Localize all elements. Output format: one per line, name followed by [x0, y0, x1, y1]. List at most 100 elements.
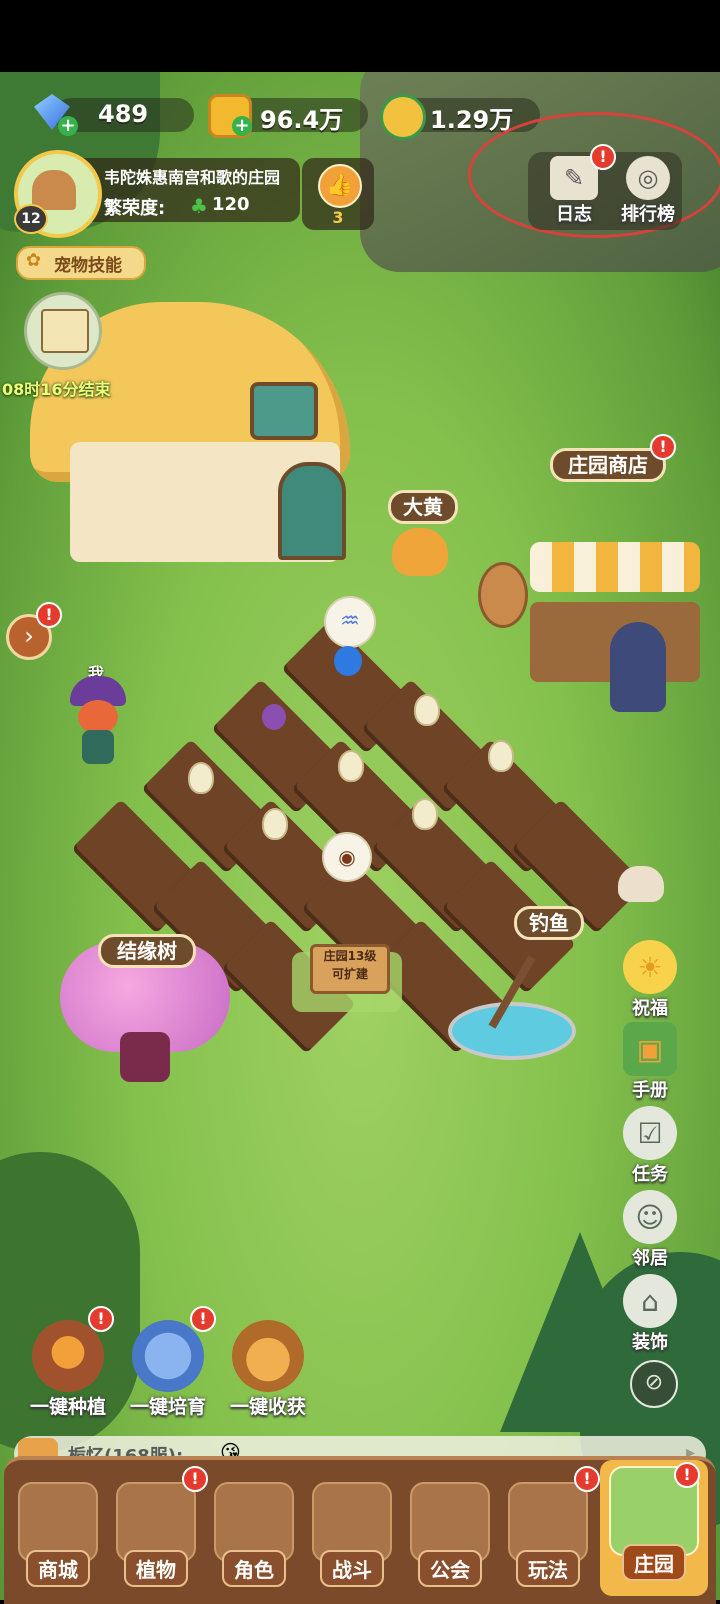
nav-guild[interactable]: 公会	[404, 1476, 496, 1596]
ranking-icon: ◎	[626, 156, 670, 200]
decor-icon: ⌂	[623, 1274, 677, 1328]
fertilize-bubble[interactable]: ◉	[322, 832, 372, 882]
nav-manor-badge: !	[674, 1462, 700, 1488]
side-button-label: 祝福	[632, 998, 668, 1019]
side-button-tasks[interactable]: ☑ 任务	[620, 1106, 680, 1186]
side-button-label: 手册	[632, 1080, 668, 1101]
resource-gold[interactable]: + 96.4万	[208, 94, 368, 138]
level-badge: 12	[14, 204, 48, 234]
shop-alert-badge: !	[650, 434, 676, 460]
paw-icon: ✿	[26, 250, 42, 271]
prosperity-value: 120	[212, 194, 250, 215]
crop-seed[interactable]	[414, 694, 440, 726]
quick-action-label: 一键收获	[229, 1396, 306, 1418]
checklist-icon: ☑	[623, 1106, 677, 1160]
nav-label: 角色	[222, 1550, 286, 1587]
quick-harvest-button[interactable]: 一键收获	[218, 1320, 318, 1419]
nav-battle[interactable]: 战斗	[306, 1476, 398, 1596]
expand-sign[interactable]: 庄园13级 可扩建	[310, 944, 390, 994]
thumbs-up-icon: 👍	[318, 164, 362, 208]
nav-shop[interactable]: 商城	[12, 1476, 104, 1596]
shop-sign	[478, 562, 528, 628]
expand-sign-line1: 庄园13级	[323, 949, 377, 963]
nav-label: 战斗	[320, 1550, 384, 1587]
resource-gems[interactable]: + 489	[34, 94, 194, 136]
side-button-label: 邻居	[632, 1248, 668, 1269]
quick-nurture-badge: !	[190, 1306, 216, 1332]
dog-pet[interactable]	[392, 528, 448, 576]
ranking-button[interactable]: ◎ 排行榜	[618, 156, 678, 226]
side-button-blessing[interactable]: ☀ 祝福	[620, 940, 680, 1020]
nav-character[interactable]: 角色	[208, 1476, 300, 1596]
neighbor-icon: ☺	[623, 1190, 677, 1244]
carrot-value: 1.29万	[430, 106, 514, 134]
quick-action-label: 一键种植	[29, 1396, 106, 1418]
side-button-label: 任务	[632, 1164, 668, 1185]
log-label: 日志	[556, 204, 592, 225]
crop-seed[interactable]	[338, 750, 364, 782]
tree-trunk	[120, 1032, 170, 1082]
nav-label: 公会	[418, 1550, 482, 1587]
house-window	[250, 382, 318, 440]
nav-plants-badge: !	[182, 1466, 208, 1492]
like-count: 3	[332, 208, 344, 227]
plant-icon	[32, 1320, 104, 1392]
dog-name-label: 大黄	[388, 490, 458, 524]
ranking-label: 排行榜	[621, 204, 675, 225]
event-button[interactable]	[24, 292, 102, 370]
watering-can-icon	[132, 1320, 204, 1392]
nav-label: 植物	[124, 1550, 188, 1587]
hide-ui-button[interactable]: ⊘	[630, 1360, 678, 1408]
water-drop-icon	[334, 646, 362, 676]
tree-label[interactable]: 结缘树	[98, 934, 196, 968]
gold-add-icon[interactable]: +	[232, 116, 252, 136]
nav-label: 庄园	[622, 1544, 686, 1581]
quick-action-label: 一键培育	[129, 1396, 206, 1418]
gems-add-icon[interactable]: +	[58, 116, 78, 136]
crop-seed[interactable]	[262, 808, 288, 840]
pond-water	[448, 1002, 576, 1060]
cat-pet[interactable]	[618, 866, 664, 902]
carrot-coin-icon	[380, 94, 426, 140]
shop-label[interactable]: 庄园商店	[550, 448, 666, 482]
sun-icon: ☀	[623, 940, 677, 994]
expand-sign-line2: 可扩建	[331, 967, 368, 981]
crop-eggplant[interactable]	[262, 704, 286, 730]
nav-gameplay-badge: !	[574, 1466, 600, 1492]
nav-plants[interactable]: 植物	[110, 1476, 202, 1596]
log-alert-badge: !	[590, 144, 616, 170]
quick-plant-button[interactable]: 一键种植	[18, 1320, 118, 1419]
book-icon: ▣	[623, 1022, 677, 1076]
fishing-pond[interactable]	[448, 952, 578, 1062]
like-button[interactable]: 👍 3	[302, 158, 374, 230]
nav-gameplay[interactable]: 玩法	[502, 1476, 594, 1596]
nav-label: 商城	[26, 1550, 90, 1587]
crop-seed[interactable]	[188, 762, 214, 794]
manor-name: 韦陀姝惠南宫和歌的庄园	[104, 168, 281, 187]
crop-seed[interactable]	[412, 798, 438, 830]
pet-skill-label: 宠物技能	[54, 256, 122, 276]
profile-card[interactable]: 12 韦陀姝惠南宫和歌的庄园 繁荣度: ♣ 120	[14, 150, 300, 238]
clover-icon: ♣	[190, 194, 208, 218]
status-bar	[0, 0, 720, 72]
basket-icon	[232, 1320, 304, 1392]
event-book-icon	[41, 309, 89, 353]
gems-value: 489	[98, 100, 149, 128]
side-button-decor[interactable]: ⌂ 装饰	[620, 1274, 680, 1354]
house-door	[278, 462, 346, 560]
avatar-house-icon	[32, 170, 76, 210]
side-button-handbook[interactable]: ▣ 手册	[620, 1022, 680, 1102]
left-arrow-badge: !	[36, 602, 62, 628]
quick-plant-badge: !	[88, 1306, 114, 1332]
side-button-neighbors[interactable]: ☺ 邻居	[620, 1190, 680, 1270]
crop-seed[interactable]	[488, 740, 514, 772]
quick-nurture-button[interactable]: 一键培育	[118, 1320, 218, 1419]
prosperity-label: 繁荣度:	[104, 198, 166, 219]
shop-awning	[530, 542, 700, 592]
pet-skill-button[interactable]: ✿ 宠物技能	[16, 246, 146, 280]
fishing-label[interactable]: 钓鱼	[514, 906, 584, 940]
water-need-bubble[interactable]: ♒	[324, 596, 376, 648]
gold-value: 96.4万	[260, 106, 344, 134]
event-timer: 08时16分结束	[2, 380, 111, 399]
nav-label: 玩法	[516, 1550, 580, 1587]
